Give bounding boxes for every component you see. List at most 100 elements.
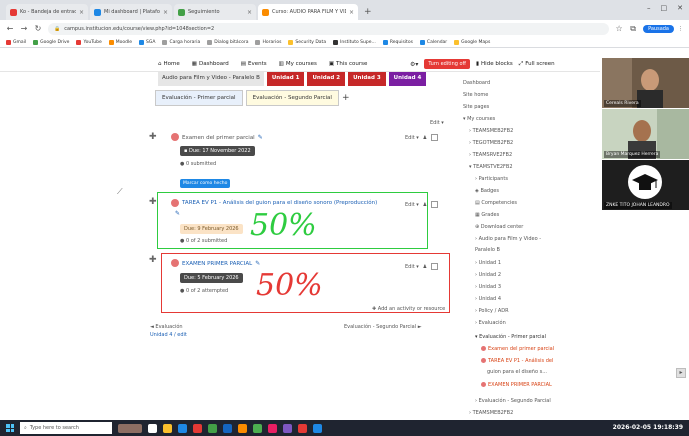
browser-tab[interactable]: Ko - Bandeja de entrada × <box>6 4 88 20</box>
back-icon[interactable]: ← <box>6 24 14 33</box>
file-explorer-icon[interactable] <box>163 423 172 433</box>
section-title-tab[interactable]: Audio para Film y Video - Paralelo B <box>158 72 264 86</box>
bookmark-item[interactable]: Gmail <box>6 39 26 45</box>
bookmark-item[interactable]: Horarios <box>255 39 281 45</box>
scroll-button[interactable]: ▸ <box>676 368 686 378</box>
bookmark-item[interactable]: Carga horaria <box>162 39 200 45</box>
close-icon[interactable]: × <box>247 9 252 16</box>
edit-pencil-icon[interactable]: ✎ <box>255 260 260 267</box>
new-tab-button[interactable]: + <box>364 7 372 17</box>
chrome-icon[interactable] <box>253 423 262 433</box>
activity-link[interactable]: Examen del primer parcial ✎ <box>182 134 263 141</box>
close-window-icon[interactable]: ✕ <box>677 4 683 12</box>
close-icon[interactable]: × <box>79 9 84 16</box>
fullscreen-button[interactable]: ⤢ Full screen <box>519 61 555 68</box>
activity-link[interactable]: EXAMEN PRIMER PARCIAL ✎ <box>182 260 260 267</box>
star-icon[interactable]: ☆ <box>615 24 623 33</box>
settings-gear-icon[interactable]: ⚙▾ <box>410 61 418 68</box>
index-item[interactable]: Paralelo B <box>475 247 500 253</box>
drag-handle-icon[interactable]: ✚ <box>149 197 157 207</box>
section-edit-menu[interactable]: Edit ▾ <box>430 120 444 126</box>
bookmark-item[interactable]: Google Maps <box>454 39 490 45</box>
bookmark-item[interactable]: YouTube <box>76 39 102 45</box>
index-item[interactable]: › Unidad 1 <box>475 260 501 266</box>
bookmark-item[interactable]: Calendar <box>419 39 447 45</box>
edit-pencil-icon[interactable]: ✎ <box>258 134 263 141</box>
index-item[interactable]: ▦ Grades <box>475 212 499 218</box>
index-item[interactable]: Site pages <box>463 104 489 110</box>
tab-unidad-4[interactable]: Unidad 4 <box>388 72 427 86</box>
activity-link[interactable]: TAREA EV P1 - Análisis del guion para el… <box>182 200 377 206</box>
nav-my-courses[interactable]: ▥ My courses <box>279 61 317 67</box>
user-icon[interactable]: ♟ <box>423 202 427 208</box>
user-icon[interactable]: ♟ <box>423 135 427 141</box>
bookmark-item[interactable]: Security Data <box>288 39 326 45</box>
url-field[interactable]: 🔒 campus.institucion.edu/course/view.php… <box>48 22 610 35</box>
select-checkbox[interactable] <box>431 201 439 208</box>
nav-home[interactable]: ⌂ Home <box>158 61 180 67</box>
browser-tab-active[interactable]: Curso: AUDIO PARA FILM Y VIDEO× <box>258 4 358 20</box>
bookmark-item[interactable]: Dialog bitácora <box>207 39 248 45</box>
index-item[interactable]: EXAMEN PRIMER PARCIAL <box>481 382 552 388</box>
close-icon[interactable]: × <box>163 9 168 16</box>
index-item[interactable]: Site home <box>463 92 488 98</box>
extensions-icon[interactable]: ⧉ <box>629 24 637 34</box>
taskbar-search-input[interactable]: ⌕ Type here to search <box>20 422 112 434</box>
index-item[interactable]: guion para el diseño s... <box>487 369 547 375</box>
index-item[interactable]: › Participants <box>475 176 508 182</box>
app-icon[interactable] <box>298 423 307 433</box>
index-item[interactable]: Examen del primer parcial <box>481 346 554 352</box>
activity-edit-menu[interactable]: Edit ▾ <box>405 135 419 141</box>
windows-start-icon[interactable] <box>6 424 14 432</box>
app-icon[interactable] <box>238 423 247 433</box>
nav-events[interactable]: ▤ Events <box>241 61 267 67</box>
bookmark-item[interactable]: Requisitos <box>382 39 413 45</box>
word-icon[interactable] <box>223 423 232 433</box>
nav-this-course[interactable]: ▣ This course <box>329 61 368 67</box>
video-tile[interactable]: ZNKE TITO JOHAN LEANDRO <box>602 160 689 210</box>
index-item[interactable]: › TEGOTMEB2FB2 <box>469 140 513 146</box>
video-tile[interactable]: Cereals Rivera <box>602 58 689 108</box>
index-item[interactable]: ⊕ Download center <box>475 224 523 230</box>
close-icon[interactable]: × <box>349 9 354 16</box>
task-view-icon[interactable] <box>148 423 157 433</box>
add-tab-button[interactable]: + <box>342 93 350 103</box>
index-item[interactable]: › Evaluación - Segundo Parcial <box>475 398 551 404</box>
browser-tab[interactable]: Mi dashboard | Plataforma× <box>90 4 172 20</box>
bookmark-item[interactable]: SGA <box>139 39 155 45</box>
edge-icon[interactable] <box>178 423 187 433</box>
index-item[interactable]: › Evaluación <box>475 320 506 326</box>
bookmark-item[interactable]: Google Drive <box>33 39 69 45</box>
minimize-icon[interactable]: – <box>647 4 651 12</box>
forward-icon[interactable]: → <box>20 24 28 33</box>
index-item[interactable]: Dashboard <box>463 80 490 86</box>
index-item[interactable]: TAREA EV P1 - Análisis del <box>481 358 553 364</box>
menu-icon[interactable]: ⋮ <box>678 26 683 32</box>
app-icon[interactable] <box>313 423 322 433</box>
app-icon[interactable] <box>208 423 217 433</box>
nav-dashboard[interactable]: ▦ Dashboard <box>192 61 229 67</box>
user-icon[interactable]: ♟ <box>423 264 427 270</box>
index-item[interactable]: › TEAMSMEB2FB2 <box>469 410 513 416</box>
select-checkbox[interactable] <box>431 263 439 270</box>
tab-unidad-2[interactable]: Unidad 2 <box>307 72 346 86</box>
select-checkbox[interactable] <box>431 134 439 141</box>
tab-primer-parcial[interactable]: Evaluación - Primer parcial <box>155 90 243 106</box>
index-item[interactable]: › Unidad 2 <box>475 272 501 278</box>
index-item[interactable]: › Audio para Film y Video - <box>475 236 541 242</box>
maximize-icon[interactable]: □ <box>661 4 668 12</box>
app-icon[interactable] <box>193 423 202 433</box>
index-item[interactable]: ▤ Competencies <box>475 200 517 206</box>
bookmark-item[interactable]: Instituto Supe... <box>333 39 376 45</box>
drag-handle-icon[interactable]: ✚ <box>149 132 157 142</box>
index-item[interactable]: ▾ My courses <box>463 116 495 122</box>
index-item[interactable]: › Unidad 4 <box>475 296 501 302</box>
index-item[interactable]: › Policy / ADR <box>475 308 509 314</box>
index-item[interactable]: ◈ Badges <box>475 188 499 194</box>
teams-icon[interactable] <box>283 423 292 433</box>
app-icon[interactable] <box>268 423 277 433</box>
turn-editing-off-button[interactable]: Turn editing off <box>424 59 471 69</box>
taskbar-widget-icon[interactable] <box>118 423 142 433</box>
index-item[interactable]: › Unidad 3 <box>475 284 501 290</box>
next-section-link[interactable]: Evaluación - Segundo Parcial ► <box>344 324 422 330</box>
